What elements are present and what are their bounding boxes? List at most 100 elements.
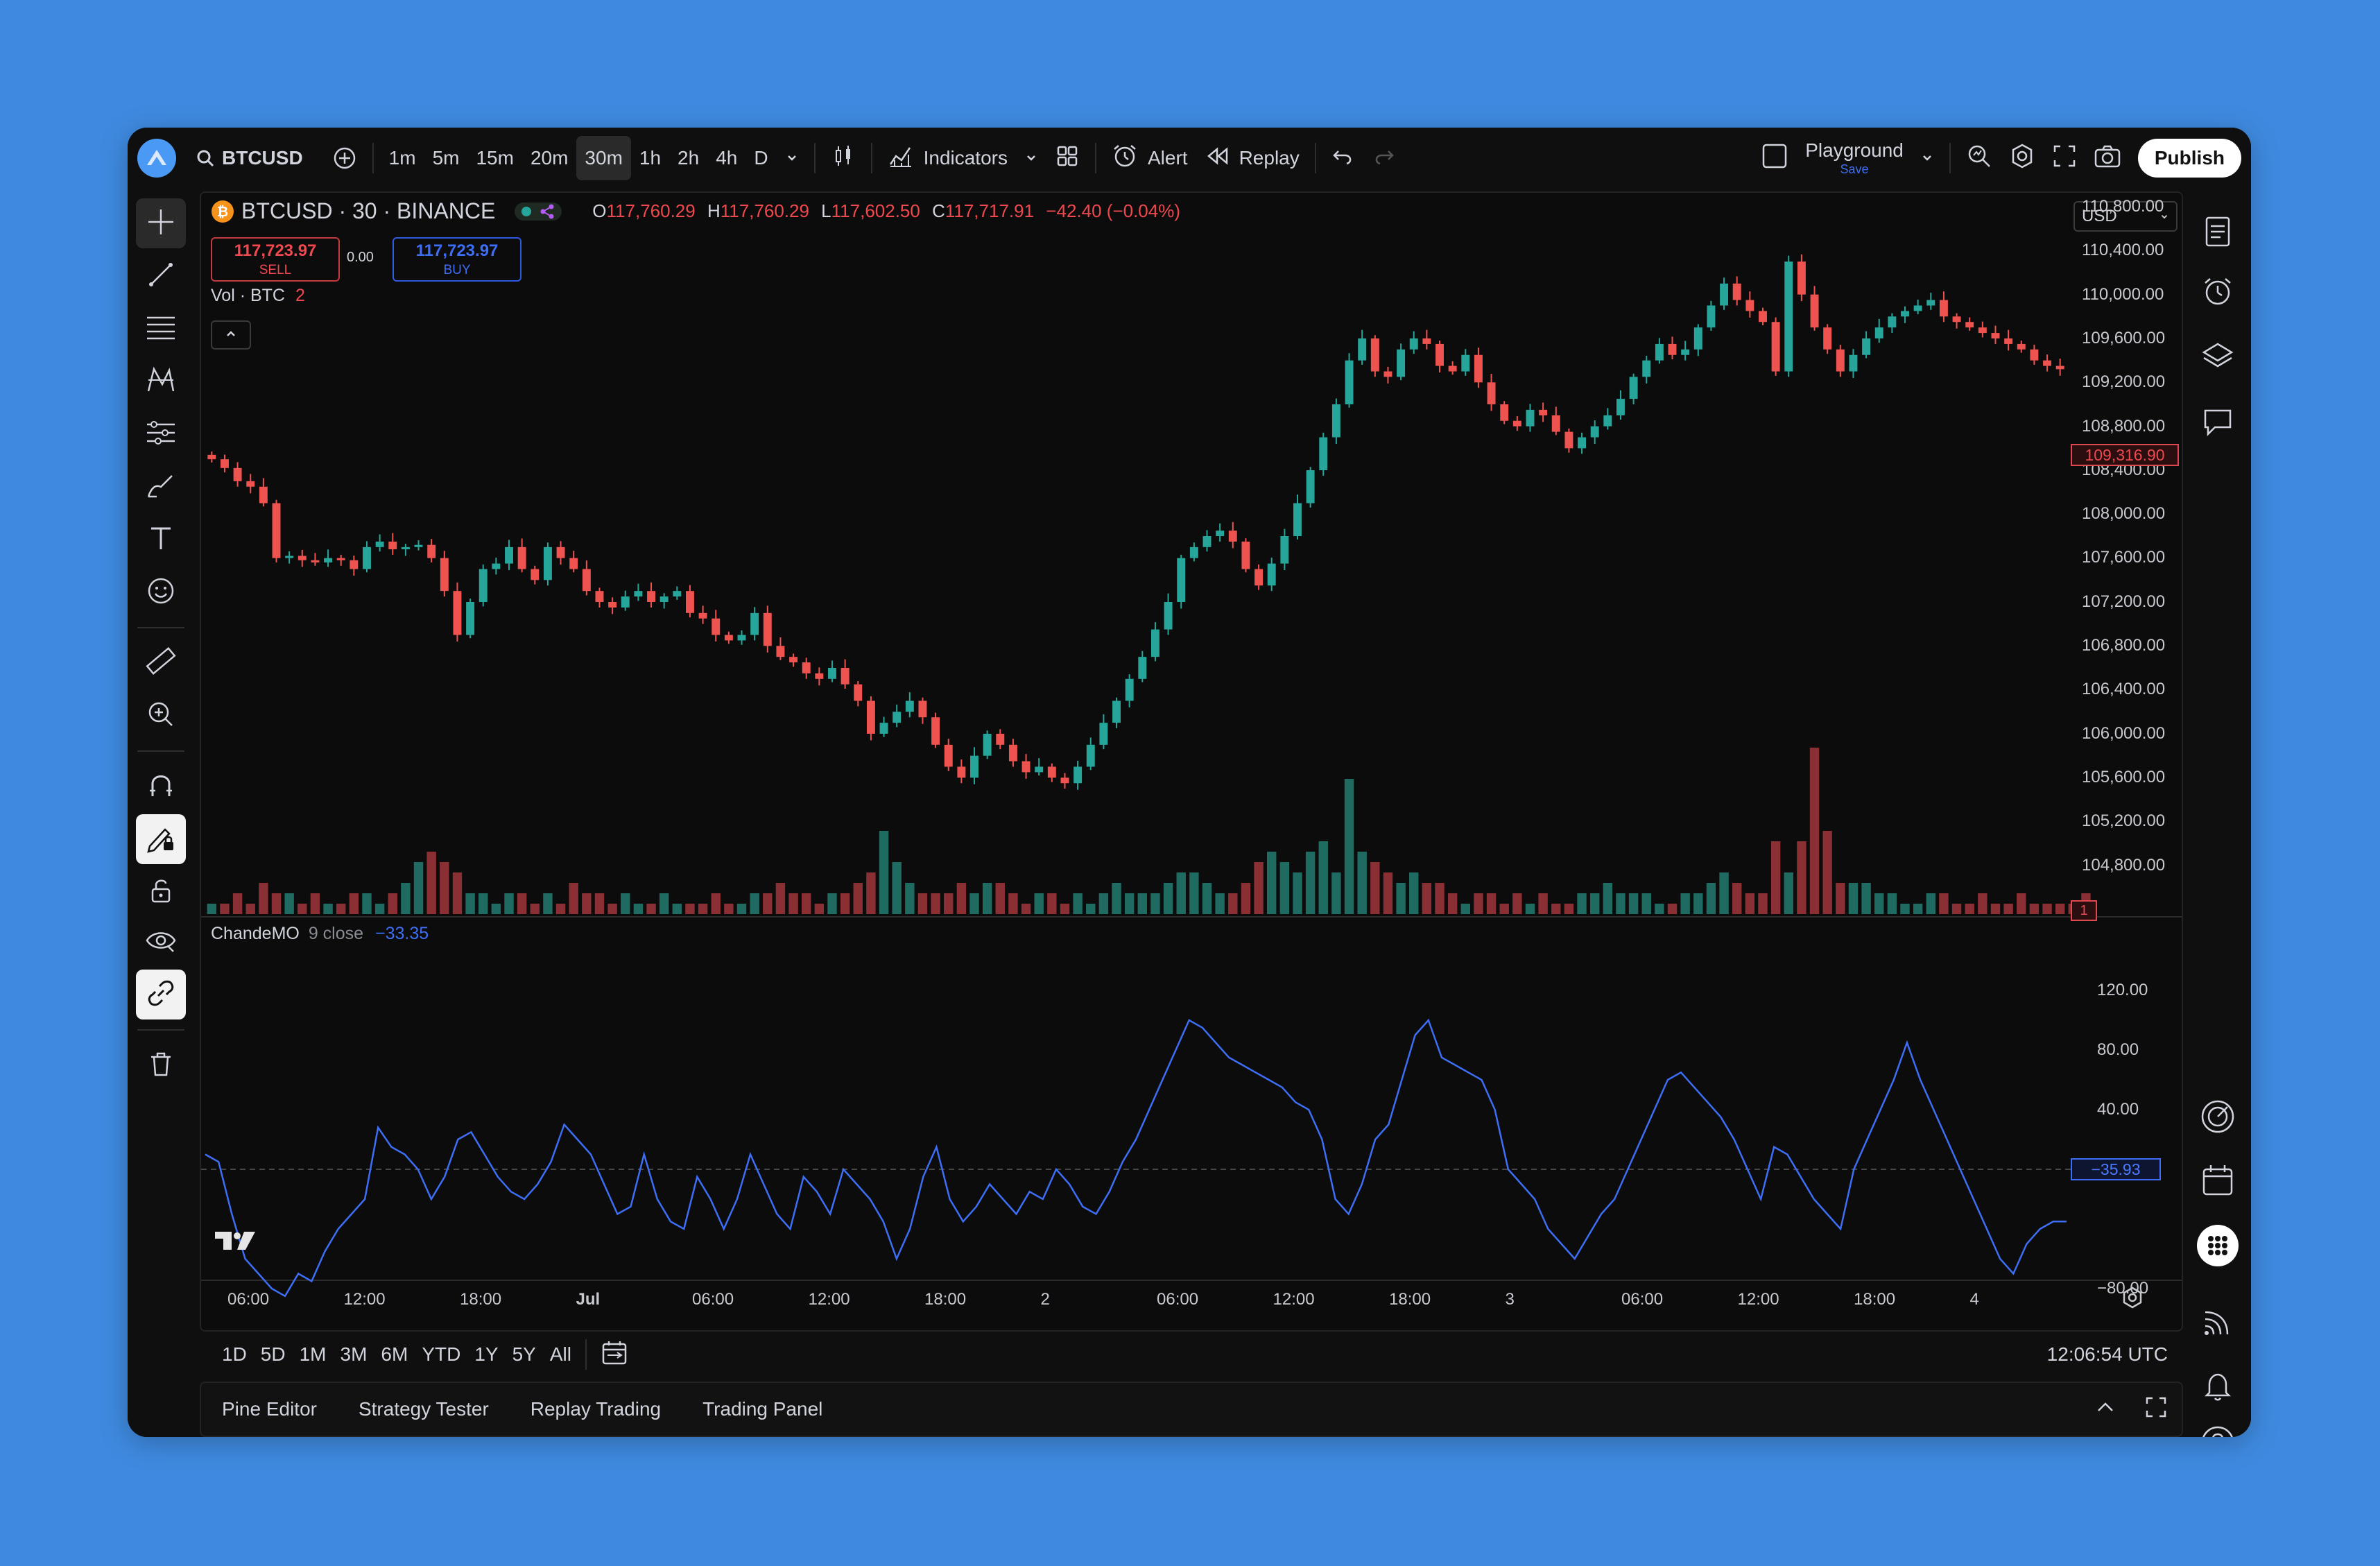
text-tool[interactable] (136, 515, 186, 565)
interval-1m[interactable]: 1m (381, 136, 424, 180)
range-ytd[interactable]: YTD (415, 1343, 467, 1366)
divider (585, 1339, 587, 1370)
layout-checkbox[interactable] (1752, 136, 1797, 180)
interval-2h[interactable]: 2h (669, 136, 707, 180)
object-tree-button[interactable] (2193, 333, 2243, 383)
candle-body (336, 558, 345, 560)
candle-body (1539, 409, 1548, 415)
layout-save-label[interactable]: Save (1840, 163, 1869, 175)
candle-body (1939, 300, 1948, 317)
hide-tool[interactable] (136, 917, 186, 967)
fullscreen-button[interactable] (2044, 136, 2085, 180)
maximize-panel-button[interactable] (2130, 1395, 2182, 1424)
alerts-button[interactable] (2193, 268, 2243, 318)
watchlist-button[interactable] (2193, 208, 2243, 258)
expand-panel-button[interactable] (2080, 1396, 2130, 1423)
symbol-title[interactable]: BTCUSD · 30 · BINANCE (241, 198, 495, 224)
tab-trading-panel[interactable]: Trading Panel (682, 1398, 843, 1420)
range-5y[interactable]: 5Y (506, 1343, 543, 1366)
notifications-button[interactable] (2193, 1362, 2243, 1412)
crosshair-tool[interactable] (136, 198, 186, 248)
interval-20m[interactable]: 20m (522, 136, 576, 180)
range-3m[interactable]: 3M (334, 1343, 374, 1366)
buy-button[interactable]: 117,723.97 BUY (393, 237, 521, 282)
oscillator-legend[interactable]: ChandeMO 9 close −33.35 (211, 924, 429, 944)
low-value: 117,602.50 (831, 200, 920, 221)
indicators-dropdown[interactable] (1016, 136, 1046, 180)
candle-body (1913, 305, 1922, 311)
interval-1h[interactable]: 1h (631, 136, 669, 180)
tab-replay-trading[interactable]: Replay Trading (510, 1398, 682, 1420)
range-6m[interactable]: 6M (374, 1343, 415, 1366)
interval-5m[interactable]: 5m (424, 136, 468, 180)
chats-button[interactable] (2193, 398, 2243, 448)
layers-icon (2201, 340, 2234, 377)
brush-tool[interactable] (136, 462, 186, 512)
redo-button[interactable] (1363, 136, 1404, 180)
help-button[interactable] (2193, 1419, 2243, 1437)
interval-dropdown[interactable] (777, 136, 807, 180)
market-status-badge[interactable] (515, 202, 562, 221)
prediction-tool[interactable] (136, 409, 186, 459)
tab-pine-editor[interactable]: Pine Editor (201, 1398, 338, 1420)
sell-button[interactable]: 117,723.97 SELL (211, 237, 340, 282)
candle-body (556, 547, 565, 558)
replay-button[interactable]: Replay (1196, 136, 1308, 180)
snapshot-button[interactable] (2085, 136, 2130, 180)
calendar-button[interactable] (2193, 1157, 2243, 1207)
interval-4h[interactable]: 4h (707, 136, 745, 180)
unlock-icon (146, 875, 176, 909)
indicators-button[interactable]: Indicators (879, 136, 1016, 180)
products-button[interactable] (2193, 1221, 2243, 1271)
remove-tool[interactable] (136, 1040, 186, 1090)
volume-legend[interactable]: Vol · BTC 2 (211, 286, 305, 306)
templates-button[interactable] (1046, 136, 1088, 180)
candle-body (478, 569, 488, 602)
goto-date-button[interactable] (594, 1339, 635, 1371)
volume-bar (1124, 893, 1135, 914)
emoji-tool[interactable] (136, 567, 186, 617)
tradingview-logo-icon[interactable] (214, 1229, 258, 1257)
interval-15m[interactable]: 15m (467, 136, 521, 180)
tab-strategy-tester[interactable]: Strategy Tester (338, 1398, 510, 1420)
sync-drawings-tool[interactable] (136, 970, 186, 1019)
compare-button[interactable] (324, 136, 365, 180)
stay-drawing-tool[interactable] (136, 814, 186, 864)
price-axis-label: 105,200.00 (2082, 811, 2166, 831)
trend-line-tool[interactable] (136, 251, 186, 301)
fib-tool[interactable] (136, 304, 186, 354)
hotlists-button[interactable] (2193, 1093, 2243, 1143)
lock-tool[interactable] (136, 867, 186, 917)
range-all[interactable]: All (543, 1343, 578, 1366)
interval-d[interactable]: D (745, 136, 776, 180)
magnet-tool[interactable] (136, 762, 186, 811)
publish-button[interactable]: Publish (2137, 139, 2241, 178)
chart-type-button[interactable] (822, 136, 864, 180)
pattern-tool[interactable] (136, 356, 186, 406)
range-5d[interactable]: 5D (254, 1343, 293, 1366)
clock[interactable]: 12:06:54 UTC (2047, 1343, 2180, 1366)
app-logo-icon[interactable] (137, 139, 176, 178)
layout-dropdown[interactable] (1912, 136, 1942, 180)
undo-button[interactable] (1323, 136, 1363, 180)
layout-selector[interactable]: Playground Save (1797, 136, 1912, 180)
interval-30m[interactable]: 30m (576, 136, 631, 180)
symbol-search[interactable]: BTCUSD (187, 136, 311, 180)
quick-search-button[interactable] (1958, 136, 2001, 180)
volume-bar (1990, 904, 2001, 914)
alert-button[interactable]: Alert (1103, 136, 1196, 180)
chart-pane[interactable]: ₿ BTCUSD · 30 · BINANCE O117,760.29 H117… (200, 191, 2183, 1332)
chart-canvas[interactable] (201, 193, 2182, 1330)
range-1y[interactable]: 1Y (467, 1343, 505, 1366)
range-1m[interactable]: 1M (293, 1343, 334, 1366)
volume-bar (1551, 904, 1561, 914)
measure-tool[interactable] (136, 638, 186, 688)
collapse-legend-button[interactable] (211, 320, 251, 350)
zoom-tool[interactable] (136, 691, 186, 741)
volume-bar (298, 904, 307, 914)
settings-button[interactable] (2001, 136, 2044, 180)
axis-settings-button[interactable] (2121, 1286, 2144, 1313)
streams-button[interactable] (2193, 1298, 2243, 1348)
range-1d[interactable]: 1D (215, 1343, 254, 1366)
candle-body (1500, 404, 1509, 421)
